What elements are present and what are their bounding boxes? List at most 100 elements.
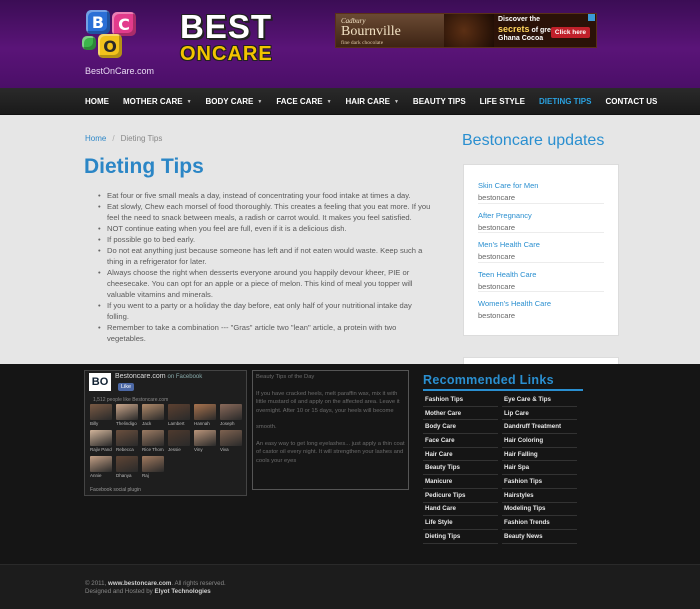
facebook-fan[interactable]: Raj	[142, 456, 164, 479]
sidebar-update-link[interactable]: Men's Health Care	[478, 240, 604, 249]
logo-cube-c: C	[112, 12, 136, 36]
recommended-link-pedicure-tips[interactable]: Pedicure Tips	[423, 489, 498, 503]
nav-item-label: BODY CARE	[205, 97, 254, 106]
facebook-fan[interactable]: Lambert	[168, 404, 190, 427]
facebook-fan[interactable]: Hannah	[194, 404, 216, 427]
ad-click-button[interactable]: Click here	[550, 27, 590, 38]
fan-avatar	[142, 456, 164, 472]
sidebar-update-link[interactable]: Teen Health Care	[478, 270, 604, 279]
chevron-down-icon: ▼	[393, 98, 399, 105]
facebook-page-logo[interactable]: BO	[89, 373, 111, 391]
fan-avatar	[142, 404, 164, 420]
nav-item-beauty-tips[interactable]: BEAUTY TIPS	[406, 88, 473, 115]
chevron-down-icon: ▼	[257, 98, 263, 105]
recommended-link-dandruff-treatment[interactable]: Dandruff Treatment	[502, 420, 577, 435]
tip-eyelashes-text: An easy way to get long eyelashes... jus…	[256, 440, 405, 464]
facebook-fan[interactable]: Dhanya	[116, 456, 138, 479]
facebook-like-count: 1,512 people like Bestoncare.com	[93, 397, 169, 403]
nav-item-life-style[interactable]: LIFE STYLE	[473, 88, 532, 115]
banner-ad[interactable]: Cadbury Bournville fine dark chocolate D…	[335, 13, 597, 48]
facebook-plugin-label[interactable]: Facebook social plugin	[90, 487, 141, 493]
recommended-links-title: Recommended Links	[423, 373, 554, 387]
sidebar-update-link[interactable]: Skin Care for Men	[478, 181, 604, 190]
tip-heels-text: If you have cracked heels, melt paraffin…	[256, 390, 400, 414]
nav-item-home[interactable]: HOME	[78, 88, 116, 115]
designer-link[interactable]: Elyot Technologies	[154, 588, 210, 595]
recommended-link-hair-care[interactable]: Hair Care	[423, 448, 498, 462]
nav-item-mother-care[interactable]: MOTHER CARE ▼	[116, 88, 199, 115]
tip-of-the-day-box: Beauty Tips of the Day If you have crack…	[252, 370, 409, 490]
brand-line-2: ONCARE	[180, 43, 273, 65]
fan-name: Raj	[142, 473, 149, 478]
recommended-link-hand-care[interactable]: Hand Care	[423, 503, 498, 517]
copyright-site-link[interactable]: www.bestoncare.com	[108, 580, 171, 587]
nav-item-contact-us[interactable]: CONTACT US	[598, 88, 664, 115]
recommended-link-lip-care[interactable]: Lip Care	[502, 407, 577, 421]
recommended-link-hairstyles[interactable]: Hairstyles	[502, 489, 577, 503]
logo-cube-green	[82, 36, 96, 50]
sidebar-update-link[interactable]: Women's Health Care	[478, 299, 604, 308]
site-header: B C O BestOnCare.com BEST ONCARE Cadbury…	[0, 0, 700, 88]
fan-name: Viny	[194, 447, 203, 452]
fan-name: Jessie	[168, 447, 181, 452]
facebook-fan[interactable]: Rajiv Pande	[90, 430, 112, 453]
logo-cube-b: B	[86, 10, 110, 34]
recommended-link-mother-care[interactable]: Mother Care	[423, 407, 498, 421]
facebook-like-box: BO Bestoncare.com on Facebook Like 1,512…	[84, 370, 247, 496]
facebook-fan[interactable]: Jack	[142, 404, 164, 427]
nav-item-dieting-tips[interactable]: DIETING TIPS	[532, 88, 598, 115]
nav-item-label: HAIR CARE	[345, 97, 390, 106]
copyright-suffix: . All rights reserved.	[171, 580, 226, 587]
facebook-fan[interactable]: Viva	[220, 430, 242, 453]
sidebar-update-link[interactable]: After Pregnancy	[478, 211, 604, 220]
recommended-link-fashion-tips[interactable]: Fashion Tips	[423, 393, 498, 407]
ad-tagline-2: secrets	[498, 24, 530, 35]
recommended-link-modeling-tips[interactable]: Modeling Tips	[502, 503, 577, 517]
ad-info-icon[interactable]	[588, 14, 595, 21]
fan-avatar	[116, 430, 138, 446]
facebook-fan[interactable]: Thelindigo	[116, 404, 138, 427]
facebook-on-label: on Facebook	[167, 374, 203, 380]
facebook-fan[interactable]: Rebecca	[116, 430, 138, 453]
facebook-fan[interactable]: Billy	[90, 404, 112, 427]
nav-item-hair-care[interactable]: HAIR CARE ▼	[339, 88, 406, 115]
fan-name: Rebecca	[116, 447, 134, 452]
recommended-link-hair-coloring[interactable]: Hair Coloring	[502, 434, 577, 448]
facebook-like-button[interactable]: Like	[118, 383, 135, 391]
breadcrumb-home-link[interactable]: Home	[85, 134, 106, 143]
facebook-fan[interactable]: Annie	[90, 456, 112, 479]
sidebar-update-item: Women's Health Care bestoncare	[478, 292, 604, 322]
recommended-link-dieting-tips[interactable]: Dieting Tips	[423, 530, 498, 544]
recommended-link-beauty-tips[interactable]: Beauty Tips	[423, 461, 498, 476]
facebook-page-name[interactable]: Bestoncare.com on Facebook	[115, 373, 202, 380]
fan-avatar	[168, 430, 190, 446]
recommended-link-fashion-tips[interactable]: Fashion Tips	[502, 475, 577, 489]
nav-item-body-care[interactable]: BODY CARE ▼	[199, 88, 270, 115]
recommended-link-eye-care-tips[interactable]: Eye Care & Tips	[502, 393, 577, 407]
logo-cube-o: O	[98, 34, 122, 58]
fan-avatar	[220, 430, 242, 446]
recommended-link-body-care[interactable]: Body Care	[423, 420, 498, 435]
sidebar-title: Bestoncare updates	[462, 132, 605, 149]
recommended-link-fashion-trends[interactable]: Fashion Trends	[502, 516, 577, 530]
copyright-text: © 2011, www.bestoncare.com. All rights r…	[85, 580, 226, 596]
nav-item-face-care[interactable]: FACE CARE ▼	[269, 88, 338, 115]
recommended-links-grid: Fashion Tips Eye Care & Tips Mother Care Li…	[423, 393, 578, 544]
fan-avatar	[142, 430, 164, 446]
recommended-link-hair-spa[interactable]: Hair Spa	[502, 461, 577, 476]
recommended-link-hair-falling[interactable]: Hair Falling	[502, 448, 577, 462]
brand-wordmark[interactable]: BEST ONCARE	[180, 10, 273, 64]
recommended-link-face-care[interactable]: Face Care	[423, 434, 498, 448]
facebook-fan[interactable]: Viny	[194, 430, 216, 453]
recommended-link-beauty-news[interactable]: Beauty News	[502, 530, 577, 544]
fan-name: Viva	[220, 447, 229, 452]
facebook-fan[interactable]: Jessie	[168, 430, 190, 453]
nav-list: HOME MOTHER CARE ▼ BODY CARE ▼ FACE CARE ▼ HAIR…	[78, 88, 664, 115]
facebook-fan[interactable]: Rice Thomas	[142, 430, 164, 453]
nav-item-label: FACE CARE	[276, 97, 323, 106]
facebook-fan[interactable]: Joseph	[220, 404, 242, 427]
tip-list-item: Eat four or five small meals a day, inst…	[98, 190, 434, 201]
recommended-link-life-style[interactable]: Life Style	[423, 516, 498, 530]
recommended-link-manicure[interactable]: Manicure	[423, 475, 498, 489]
ad-subtitle: fine dark chocolate	[341, 39, 384, 46]
